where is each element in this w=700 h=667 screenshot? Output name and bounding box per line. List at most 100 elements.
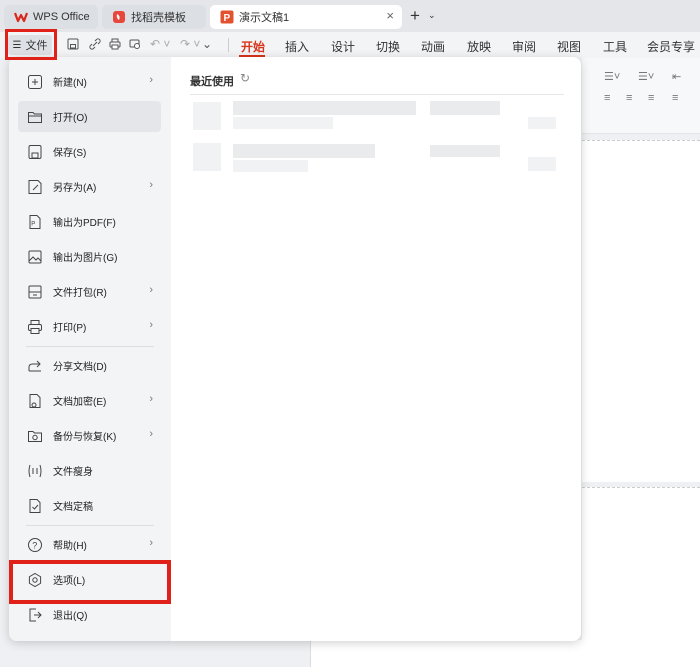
chevron-right-icon: › (149, 319, 153, 331)
tab-home[interactable]: 开始 (241, 38, 265, 55)
tab-animation[interactable]: 动画 (421, 38, 445, 55)
svg-text:?: ? (32, 540, 37, 550)
menu-item-package[interactable]: 文件打包(R) › (18, 276, 161, 307)
tab-insert[interactable]: 插入 (285, 38, 309, 55)
tab-label: 演示文稿1 (239, 12, 290, 24)
chevron-right-icon: › (149, 74, 153, 86)
menu-item-label: 备份与恢复(K) (53, 432, 117, 443)
redo-icon[interactable]: ↷ ˅ (180, 37, 200, 51)
notes-area (262, 640, 582, 667)
menu-item-save[interactable]: 保存(S) (18, 136, 161, 167)
menu-item-label: 打印(P) (53, 323, 87, 334)
menu-divider (26, 525, 154, 526)
file-menu-list: 新建(N) › 打开(O) 保存(S) 另存为(A) › P 输出为PDF(F)… (9, 57, 171, 641)
divider (228, 38, 229, 52)
tab-label: WPS Office (33, 11, 90, 23)
align-left-icon[interactable]: ≡ (604, 92, 610, 104)
bullet-list-icon[interactable]: ☰˅ (604, 70, 620, 83)
chevron-right-icon: › (149, 284, 153, 296)
justify-icon[interactable]: ≡ (672, 92, 678, 104)
image-icon (26, 248, 44, 266)
save-as-icon (26, 178, 44, 196)
chevron-right-icon: › (149, 179, 153, 191)
menu-item-print[interactable]: 打印(P) › (18, 311, 161, 342)
menu-item-finalize[interactable]: 文档定稿 (18, 490, 161, 521)
tab-review[interactable]: 审阅 (512, 38, 536, 55)
align-center-icon[interactable]: ≡ (626, 92, 632, 104)
menu-item-label: 帮助(H) (53, 541, 87, 552)
tab-wps-office[interactable]: WPS Office (4, 5, 98, 29)
package-icon (26, 283, 44, 301)
toolbar: ☰ 文件 ↶ ˅ ↷ ˅ ⌄ 开始 插入 设计 切换 动画 放映 审阅 视图 工… (0, 32, 700, 58)
tab-docer[interactable]: 找稻壳模板 (102, 5, 206, 29)
chevron-right-icon: › (149, 428, 153, 440)
tab-tools[interactable]: 工具 (603, 38, 627, 55)
align-right-icon[interactable]: ≡ (648, 92, 654, 104)
new-tab-icon[interactable]: + (410, 6, 420, 26)
print-icon[interactable] (108, 37, 122, 54)
ribbon-panel: ☰˅ ☰˅ ⇤ ≡ ≡ ≡ ≡ (582, 58, 700, 134)
close-icon[interactable]: × (386, 8, 394, 23)
link-icon[interactable] (88, 37, 102, 54)
menu-item-export-pdf[interactable]: P 输出为PDF(F) (18, 206, 161, 237)
menu-item-label: 打开(O) (53, 113, 88, 124)
menu-item-encrypt[interactable]: 文档加密(E) › (18, 385, 161, 416)
tab-member[interactable]: 会员专享 (647, 38, 695, 55)
menu-item-label: 文件瘦身 (53, 467, 93, 478)
menu-item-new[interactable]: 新建(N) › (18, 66, 161, 97)
slim-icon (26, 462, 44, 480)
menu-item-share[interactable]: 分享文档(D) (18, 350, 161, 381)
save-icon (26, 143, 44, 161)
tab-slideshow[interactable]: 放映 (467, 38, 491, 55)
menu-item-label: 新建(N) (53, 78, 87, 89)
presentation-icon: P (220, 10, 234, 24)
menu-item-label: 退出(Q) (53, 611, 88, 622)
finalize-icon (26, 497, 44, 515)
tab-transition[interactable]: 切换 (376, 38, 400, 55)
menu-item-help[interactable]: ? 帮助(H) › (18, 529, 161, 560)
svg-text:P: P (224, 13, 231, 24)
open-folder-icon (26, 108, 44, 126)
svg-text:P: P (31, 221, 35, 227)
slide-canvas[interactable] (582, 487, 700, 667)
menu-item-export-image[interactable]: 输出为图片(G) (18, 241, 161, 272)
options-highlight (9, 560, 171, 604)
chevron-right-icon: › (149, 393, 153, 405)
tab-design[interactable]: 设计 (331, 38, 355, 55)
undo-icon[interactable]: ↶ ˅ (150, 37, 170, 51)
help-icon: ? (26, 536, 44, 554)
menu-item-label: 另存为(A) (53, 183, 97, 194)
more-chevron-icon[interactable]: ⌄ (202, 37, 212, 51)
menu-item-label: 保存(S) (53, 148, 87, 159)
recent-files-title: 最近使用 (190, 76, 234, 88)
wps-logo-icon (14, 10, 28, 24)
print-preview-icon[interactable] (128, 37, 142, 54)
exit-icon (26, 606, 44, 624)
print-icon (26, 318, 44, 336)
recent-divider (190, 94, 564, 95)
pdf-icon: P (26, 213, 44, 231)
refresh-icon[interactable]: ↻ (240, 71, 250, 85)
menu-item-label: 输出为图片(G) (53, 253, 118, 264)
menu-item-label: 分享文档(D) (53, 362, 107, 373)
menu-item-label: 文件打包(R) (53, 288, 107, 299)
chevron-down-icon[interactable]: ⌄ (428, 10, 436, 21)
menu-item-slim[interactable]: 文件瘦身 (18, 455, 161, 486)
backup-icon (26, 427, 44, 445)
indent-icon[interactable]: ⇤ (672, 70, 681, 83)
docer-icon (112, 10, 126, 24)
tab-label: 找稻壳模板 (131, 12, 186, 24)
encrypt-icon (26, 392, 44, 410)
menu-item-backup[interactable]: 备份与恢复(K) › (18, 420, 161, 451)
menu-item-open[interactable]: 打开(O) (18, 101, 161, 132)
menu-divider (26, 346, 154, 347)
menu-item-save-as[interactable]: 另存为(A) › (18, 171, 161, 202)
share-icon (26, 357, 44, 375)
tab-view[interactable]: 视图 (557, 38, 581, 55)
slide-canvas[interactable] (582, 140, 700, 482)
save-icon[interactable] (66, 37, 80, 54)
tab-presentation[interactable]: P 演示文稿1 × (210, 5, 402, 29)
numbered-list-icon[interactable]: ☰˅ (638, 70, 654, 83)
menu-item-label: 文档加密(E) (53, 397, 107, 408)
file-menu: 新建(N) › 打开(O) 保存(S) 另存为(A) › P 输出为PDF(F)… (9, 57, 581, 641)
